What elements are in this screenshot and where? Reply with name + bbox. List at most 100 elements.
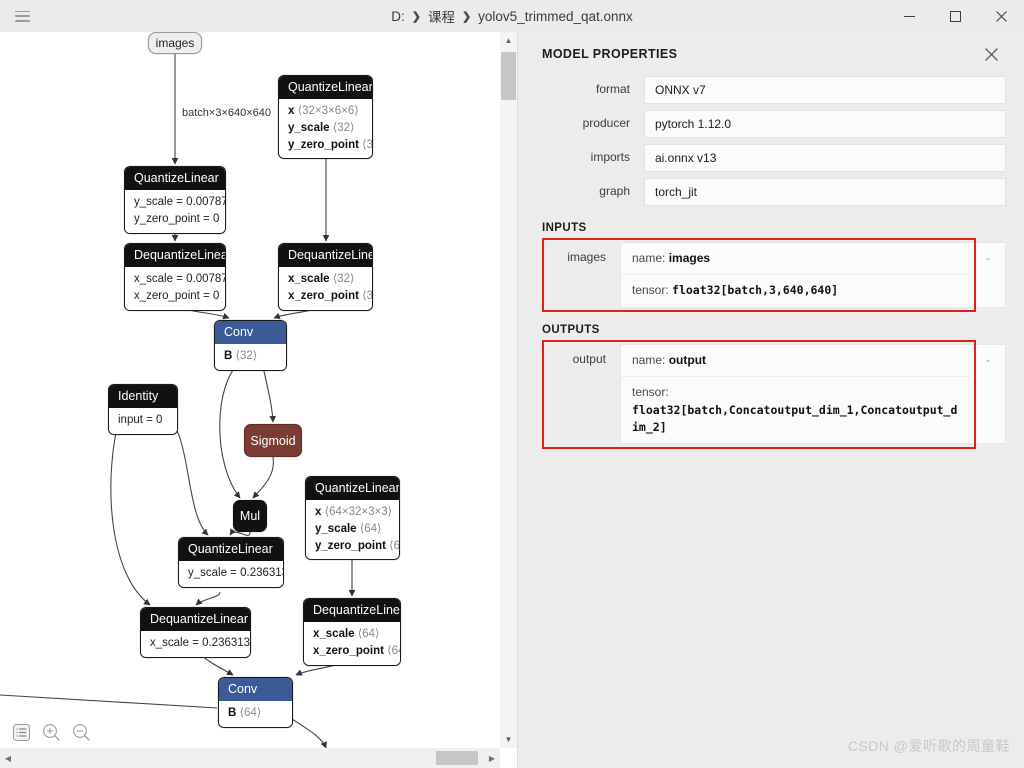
graph-node-mul[interactable]: Mul: [233, 500, 267, 532]
node-attributes: x_scale ⟨32⟩ x_zero_point ⟨32⟩: [279, 267, 373, 310]
edge-label: batch×3×640×640: [182, 107, 272, 119]
outputs-section-heading: OUTPUTS: [542, 323, 600, 336]
graph-node-dq1[interactable]: DequantizeLinearx_scale = 0.00787209...x…: [124, 243, 226, 311]
graph-node-identity[interactable]: Identity input = 0: [108, 384, 178, 436]
output-tensor-line: tensor: float32[batch,Concatoutput_dim_1,…: [621, 376, 971, 443]
node-title: Conv: [215, 321, 286, 345]
breadcrumb-folder[interactable]: 课程: [428, 6, 455, 26]
vertical-scroll-thumb[interactable]: [501, 52, 516, 100]
inputs-list: images name: images tensor: float32[batch,…: [518, 238, 1024, 312]
output-card-body: name: output tensor: float32[batch,Concato…: [621, 345, 971, 444]
graph-node-qw1[interactable]: QuantizeLinear x ⟨32×3×6×6⟩ y_scale ⟨32⟩ y_…: [278, 75, 373, 160]
property-label: graph: [599, 184, 630, 199]
node-title: Identity: [109, 385, 177, 409]
output-entry: output name: output tensor: float32[batch,C…: [542, 339, 1006, 449]
node-attribute-row: B ⟨32⟩: [224, 350, 258, 363]
node-attributes: B ⟨32⟩: [215, 344, 286, 371]
horizontal-scroll-thumb[interactable]: [436, 751, 478, 765]
node-attribute-row: x_scale ⟨32⟩: [288, 273, 355, 286]
property-label: format: [595, 82, 630, 97]
property-label: imports: [590, 150, 630, 165]
node-attributes: x ⟨64×32×3×3⟩ y_scale ⟨64⟩ y_zero_point ⟨6…: [306, 500, 400, 560]
graph-node-qw2[interactable]: QuantizeLinear x ⟨64×32×3×3⟩ y_scale ⟨64⟩ y…: [305, 476, 400, 561]
input-label: images: [567, 250, 606, 264]
node-attribute-row: y_scale = 0.23631328...: [188, 567, 283, 580]
input-row: images name: images tensor: float32[batch,…: [542, 242, 1006, 308]
maximize-icon: [949, 10, 961, 22]
graph-node-dqw2[interactable]: DequantizeLinear x_scale ⟨64⟩ x_zero_point…: [303, 598, 401, 666]
graph-vertical-scrollbar[interactable]: ▲ ▼: [500, 32, 517, 748]
node-attribute-row: y_zero_point ⟨32⟩: [288, 138, 373, 151]
output-collapse-button[interactable]: -: [971, 345, 1005, 367]
model-properties-panel: MODEL PROPERTIES format ONNX v7 producer py…: [517, 32, 1024, 768]
zoom-out-button[interactable]: [70, 721, 92, 743]
property-value[interactable]: torch_jit: [644, 178, 1006, 206]
graph-horizontal-scrollbar[interactable]: ◀ ▶: [0, 748, 500, 768]
node-title: QuantizeLinear: [179, 538, 283, 562]
graph-node-q1[interactable]: QuantizeLinear y_scale = 0.00787209... y_z…: [124, 166, 226, 234]
app-window: D: ❯ 课程 ❯ yolov5_trimmed_qat.onnx images…: [0, 0, 1024, 768]
property-label: producer: [582, 116, 630, 131]
input-tensor-line: tensor: float32[batch,3,640,640]: [621, 274, 971, 306]
scroll-down-arrow-icon[interactable]: ▼: [500, 731, 517, 748]
graph-node-q2[interactable]: QuantizeLinear y_scale = 0.23631328...: [178, 537, 284, 589]
node-attribute-row: x ⟨32×3×6×6⟩: [288, 105, 359, 118]
zoom-in-button[interactable]: [40, 721, 62, 743]
property-value[interactable]: ONNX v7: [644, 76, 1006, 104]
panel-close-button[interactable]: [980, 43, 1002, 65]
node-title: QuantizeLinear: [279, 76, 372, 100]
node-attribute-row: x_scale ⟨64⟩: [313, 628, 380, 641]
output-row: output name: output tensor: float32[batch,C…: [542, 343, 1006, 445]
node-attribute-row: y_zero_point = 0: [134, 213, 220, 226]
chevron-right-icon: ❯: [411, 10, 421, 23]
node-title: QuantizeLinear: [306, 477, 399, 501]
scroll-up-arrow-icon[interactable]: ▲: [500, 32, 517, 49]
property-value[interactable]: pytorch 1.12.0: [644, 110, 1006, 138]
property-value[interactable]: ai.onnx v13: [644, 144, 1006, 172]
input-entry: images name: images tensor: float32[batch,…: [542, 238, 1006, 312]
close-icon: [995, 10, 1007, 22]
graph-node-dq2[interactable]: DequantizeLinear x_scale = 0.23631328...: [140, 607, 251, 659]
input-card-body: name: images tensor: float32[batch,3,640,…: [621, 243, 971, 307]
node-attributes: input = 0: [109, 408, 177, 435]
graph-node-dqw1[interactable]: DequantizeLinear x_scale ⟨32⟩ x_zero_point…: [278, 243, 373, 311]
close-icon: [984, 47, 998, 61]
node-attribute-row: x_scale = 0.00787209...: [134, 273, 225, 286]
node-title: DequantizeLinear: [125, 244, 225, 268]
scroll-left-arrow-icon[interactable]: ◀: [0, 748, 16, 768]
graph-node-images[interactable]: images: [148, 32, 202, 54]
window-controls: [886, 0, 1024, 32]
close-button[interactable]: [978, 0, 1024, 32]
outputs-list: output name: output tensor: float32[batch,C…: [518, 339, 1024, 449]
panel-title: MODEL PROPERTIES: [542, 47, 678, 61]
node-attribute-row: y_scale ⟨64⟩: [315, 523, 382, 536]
node-attributes: y_scale = 0.00787209... y_zero_point = 0: [125, 190, 225, 233]
input-collapse-button[interactable]: -: [971, 243, 1005, 265]
node-attribute-row: y_zero_point ⟨64⟩: [315, 539, 400, 552]
inputs-section-heading: INPUTS: [542, 222, 587, 234]
node-title: QuantizeLinear: [125, 167, 225, 191]
node-title: DequantizeLinear: [279, 244, 372, 268]
hamburger-menu-button[interactable]: [0, 0, 44, 32]
node-attributes: x_scale ⟨64⟩ x_zero_point ⟨64⟩: [304, 622, 400, 665]
graph-node-conv1[interactable]: Conv B ⟨32⟩: [214, 320, 287, 372]
graph-canvas[interactable]: imagesQuantizeLineary_scale = 0.00787209…: [0, 32, 500, 748]
breadcrumb-drive[interactable]: D:: [391, 9, 405, 24]
properties-list-button[interactable]: [10, 721, 32, 743]
model-property-list: format ONNX v7 producer pytorch 1.12.0 impor…: [518, 76, 1024, 206]
properties-list-icon: [12, 723, 30, 741]
graph-node-sigmoid[interactable]: Sigmoid: [244, 424, 302, 457]
node-title: Conv: [219, 678, 292, 702]
property-row-producer: producer pytorch 1.12.0: [542, 110, 1006, 138]
property-row-graph: graph torch_jit: [542, 178, 1006, 206]
node-attribute-row: x_zero_point = 0: [134, 290, 220, 303]
scroll-right-arrow-icon[interactable]: ▶: [484, 748, 500, 768]
node-attribute-row: x_zero_point ⟨32⟩: [288, 290, 373, 303]
node-attributes: x_scale = 0.00787209... x_zero_point = 0: [125, 267, 225, 310]
watermark: CSDN @爱听歌的周童鞋: [847, 738, 1010, 754]
property-row-imports: imports ai.onnx v13: [542, 144, 1006, 172]
minimize-button[interactable]: [886, 0, 932, 32]
breadcrumb-file[interactable]: yolov5_trimmed_qat.onnx: [478, 9, 633, 24]
maximize-button[interactable]: [932, 0, 978, 32]
node-attribute-row: x_scale = 0.23631328...: [150, 637, 251, 650]
